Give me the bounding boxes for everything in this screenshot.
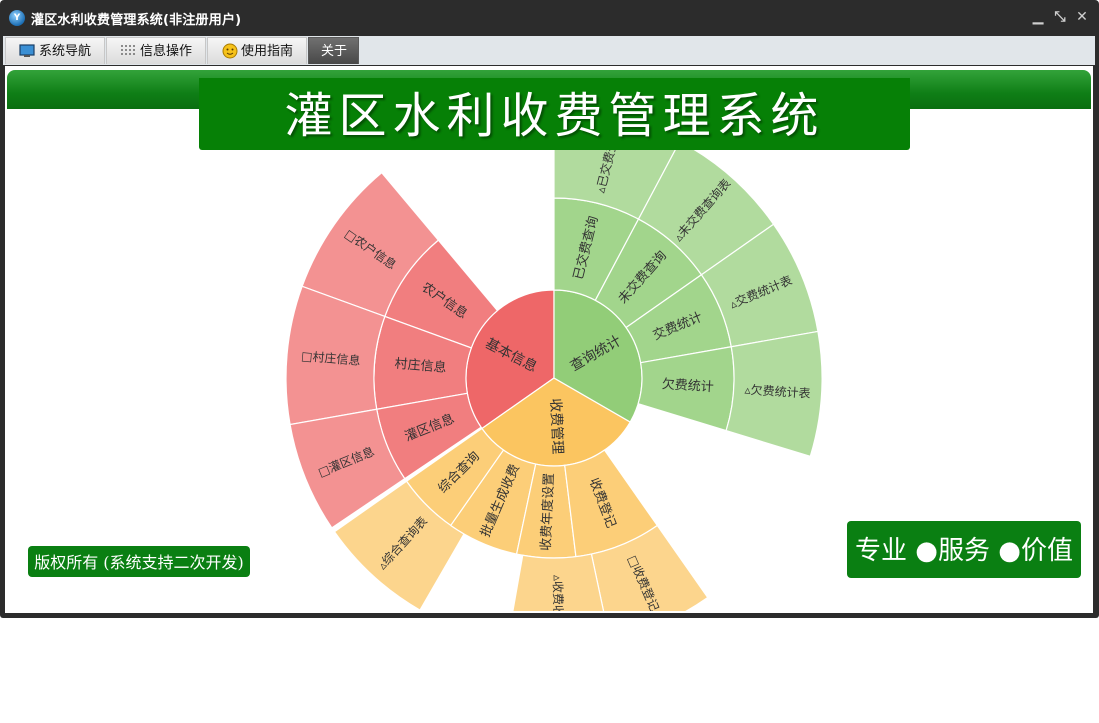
slogan-badge: 专业 ●服务 ●价值 <box>847 521 1081 578</box>
copyright-label: 版权所有 (系统支持二次开发) <box>28 546 250 577</box>
system-title-banner: 灌区水利收费管理系统 <box>199 78 910 150</box>
sunburst-label-fee: 收费管理 <box>547 398 565 455</box>
sunburst-label-fee-2: 收费年度设置 <box>538 473 557 552</box>
sunburst-label-query-3: 欠费统计 <box>661 376 714 395</box>
sunburst-leaf-label-fee-4: ▵收费收据 <box>550 575 565 629</box>
